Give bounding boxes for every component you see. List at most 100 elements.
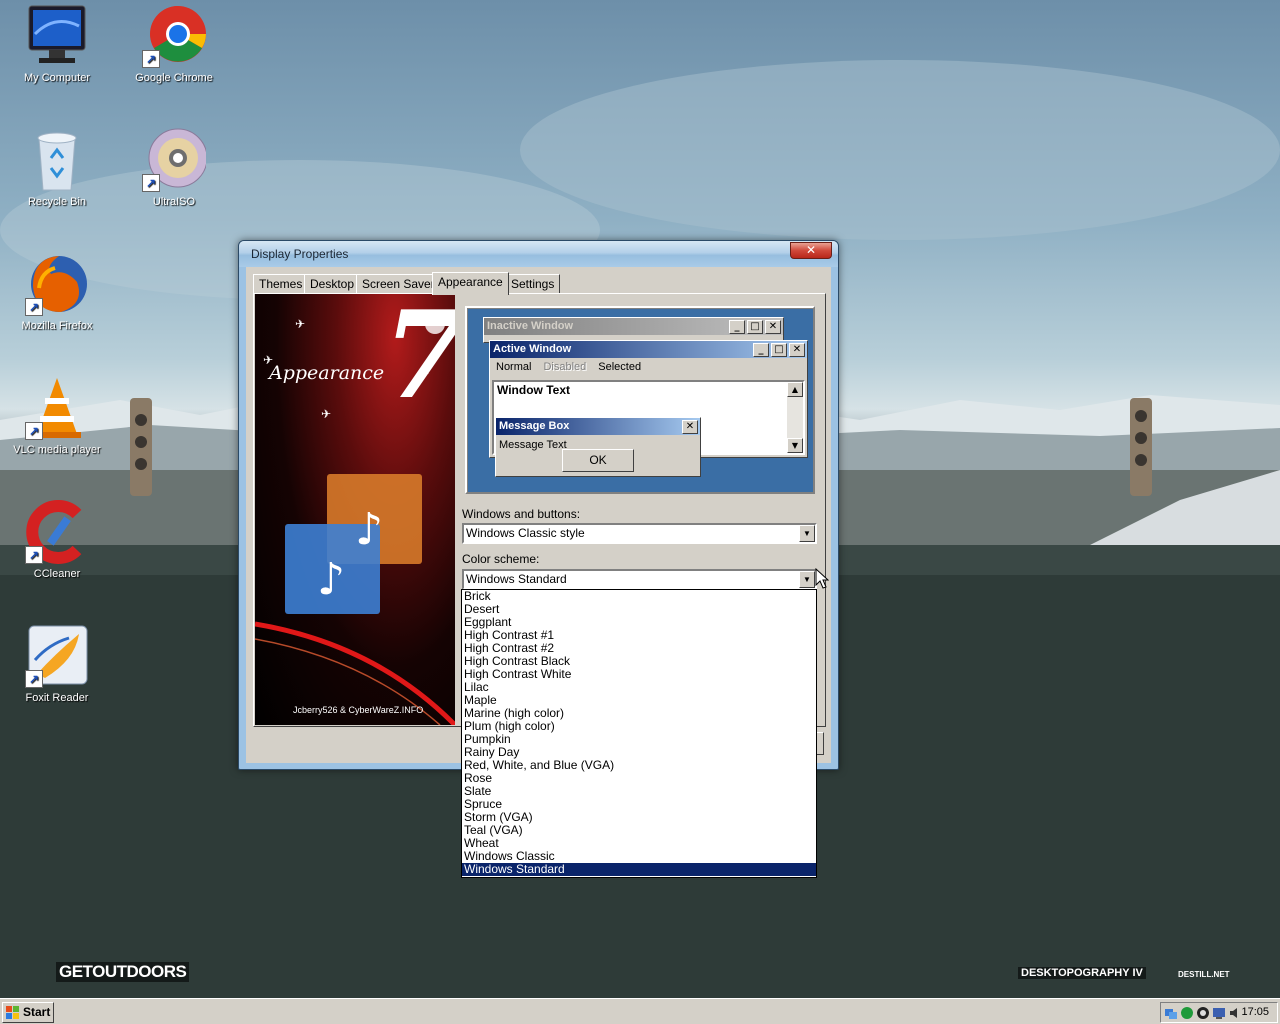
preview-ok-button: OK xyxy=(562,449,634,472)
desktop-icon-label: Google Chrome xyxy=(135,72,213,84)
minimize-icon: _ xyxy=(753,343,769,357)
firefox-icon: ↗ xyxy=(25,252,89,316)
close-button[interactable]: ✕ xyxy=(790,242,832,259)
start-button[interactable]: Start xyxy=(2,1002,54,1023)
scroll-down-icon: ▼ xyxy=(787,438,803,453)
message-box-caption-buttons: ✕ xyxy=(682,420,698,434)
scroll-up-icon: ▲ xyxy=(787,382,803,397)
inactive-window-title: Inactive Window xyxy=(487,320,574,332)
desktop-icon-label: Mozilla Firefox xyxy=(21,320,93,332)
windows-and-buttons-label: Windows and buttons: xyxy=(462,507,581,521)
desktop-icon-my-computer[interactable]: My Computer xyxy=(7,4,107,84)
desktop-icon-label: CCleaner xyxy=(33,568,81,580)
svg-text:✈: ✈ xyxy=(321,407,331,421)
preview-menu-bar: Normal Disabled Selected xyxy=(490,358,807,377)
desktop-icon-ultraiso[interactable]: ↗ UltraISO xyxy=(124,128,224,208)
mouse-cursor-icon xyxy=(815,568,829,589)
shortcut-arrow-icon: ↗ xyxy=(25,546,43,564)
appearance-banner-image: ♪ ♪ ✈ ✈ ✈ ✈ 7 Appearance Jcberry526 & Cy… xyxy=(255,294,455,725)
inactive-caption-buttons: _ □ ✕ xyxy=(729,320,781,334)
sound-icon[interactable] xyxy=(1196,1006,1210,1020)
close-icon: ✕ xyxy=(805,243,817,257)
network-icon[interactable] xyxy=(1164,1006,1178,1020)
menu-selected: Selected xyxy=(598,361,642,373)
start-label: Start xyxy=(23,1005,51,1019)
wallpaper-logo-right: DESKTOPOGRAPHY IV xyxy=(1018,967,1146,979)
chevron-down-icon[interactable]: ▼ xyxy=(799,571,815,588)
close-icon: ✕ xyxy=(789,343,805,357)
svg-text:♪: ♪ xyxy=(317,554,345,605)
minimize-icon: _ xyxy=(729,320,745,334)
message-box-title: Message Box xyxy=(499,420,570,432)
desktop-icon-vlc[interactable]: ↗ VLC media player xyxy=(7,376,107,456)
wallpaper-logo-right-small: DESTILL.NET xyxy=(1178,970,1230,979)
message-box-titlebar: Message Box xyxy=(496,418,700,435)
color-scheme-option[interactable]: Rose xyxy=(462,772,816,785)
windows-and-buttons-value: Windows Classic style xyxy=(466,526,585,540)
tab-desktop[interactable]: Desktop xyxy=(304,274,361,294)
desktop-icon-label: UltraISO xyxy=(152,196,196,208)
close-icon: ✕ xyxy=(765,320,781,334)
color-scheme-option[interactable]: Lilac xyxy=(462,681,816,694)
svg-text:♪: ♪ xyxy=(355,504,383,555)
color-scheme-option[interactable]: Desert xyxy=(462,603,816,616)
appearance-preview: Inactive Window _ □ ✕ Active Window _ □ … xyxy=(465,306,815,494)
color-scheme-option[interactable]: Brick xyxy=(462,590,816,603)
preview-window-text: Window Text xyxy=(497,383,570,397)
desktop-icon-label: Recycle Bin xyxy=(27,196,87,208)
desktop-icon-ccleaner[interactable]: ↗ CCleaner xyxy=(7,500,107,580)
computer-icon xyxy=(25,4,89,68)
message-box-text: Message Text xyxy=(499,439,567,451)
maximize-icon: □ xyxy=(771,343,787,357)
color-scheme-option[interactable]: Plum (high color) xyxy=(462,720,816,733)
color-scheme-option[interactable]: Teal (VGA) xyxy=(462,824,816,837)
speaker-icon[interactable] xyxy=(1228,1006,1242,1020)
color-scheme-option[interactable]: Slate xyxy=(462,785,816,798)
menu-disabled: Disabled xyxy=(543,361,587,373)
tab-screen-saver[interactable]: Screen Saver xyxy=(356,274,441,294)
chrome-icon: ↗ xyxy=(142,4,206,68)
ultraiso-icon: ↗ xyxy=(142,128,208,192)
active-window-title: Active Window xyxy=(493,343,572,355)
clock[interactable]: 17:05 xyxy=(1241,1006,1269,1018)
close-icon: ✕ xyxy=(682,420,698,434)
chevron-down-icon[interactable]: ▼ xyxy=(799,525,815,542)
active-caption-buttons: _ □ ✕ xyxy=(753,343,805,357)
desktop-icon-mozilla-firefox[interactable]: ↗ Mozilla Firefox xyxy=(7,252,107,332)
shortcut-arrow-icon: ↗ xyxy=(25,422,43,440)
color-scheme-label: Color scheme: xyxy=(462,552,540,566)
windows-and-buttons-select[interactable]: Windows Classic style ▼ xyxy=(462,523,817,544)
color-scheme-option[interactable]: Red, White, and Blue (VGA) xyxy=(462,759,816,772)
ccleaner-icon: ↗ xyxy=(25,500,89,564)
tab-settings[interactable]: Settings xyxy=(505,274,561,294)
tab-themes[interactable]: Themes xyxy=(253,274,309,294)
desktop-icon-label: Foxit Reader xyxy=(25,692,89,704)
menu-normal: Normal xyxy=(496,361,532,373)
color-scheme-select[interactable]: Windows Standard ▼ xyxy=(462,569,817,590)
foxit-reader-icon: ↗ xyxy=(25,624,89,688)
tab-appearance[interactable]: Appearance xyxy=(432,272,509,295)
taskbar: Start 17:05 xyxy=(0,998,1280,1024)
color-scheme-dropdown-list: Brick Desert Eggplant High Contrast #1 High … xyxy=(461,589,817,878)
color-scheme-option[interactable]: High Contrast White xyxy=(462,668,816,681)
color-scheme-value: Windows Standard xyxy=(466,572,567,586)
wallpaper-logo-left: GETOUTDOORS xyxy=(56,962,190,982)
preview-scrollbar: ▲ ▼ xyxy=(787,382,803,453)
color-scheme-option[interactable]: Windows Standard xyxy=(462,863,816,876)
shortcut-arrow-icon: ↗ xyxy=(25,298,43,316)
shortcut-arrow-icon: ↗ xyxy=(142,174,160,192)
display-icon[interactable] xyxy=(1212,1006,1226,1020)
shortcut-arrow-icon: ↗ xyxy=(142,50,160,68)
maximize-icon: □ xyxy=(747,320,763,334)
preview-message-box: Message Box ✕ Message Text OK xyxy=(495,417,701,477)
dialog-titlebar[interactable]: Display Properties ✕ xyxy=(239,241,838,267)
system-tray: 17:05 xyxy=(1160,1002,1278,1023)
antivirus-icon[interactable] xyxy=(1180,1006,1194,1020)
windows-logo-icon xyxy=(6,1006,19,1019)
recycle-bin-icon xyxy=(25,128,89,192)
desktop-icon-foxit-reader[interactable]: ↗ Foxit Reader xyxy=(7,624,107,704)
desktop-icon-label: VLC media player xyxy=(13,444,101,456)
desktop-icon-google-chrome[interactable]: ↗ Google Chrome xyxy=(124,4,224,84)
vlc-icon: ↗ xyxy=(25,376,89,440)
desktop-icon-recycle-bin[interactable]: Recycle Bin xyxy=(7,128,107,208)
